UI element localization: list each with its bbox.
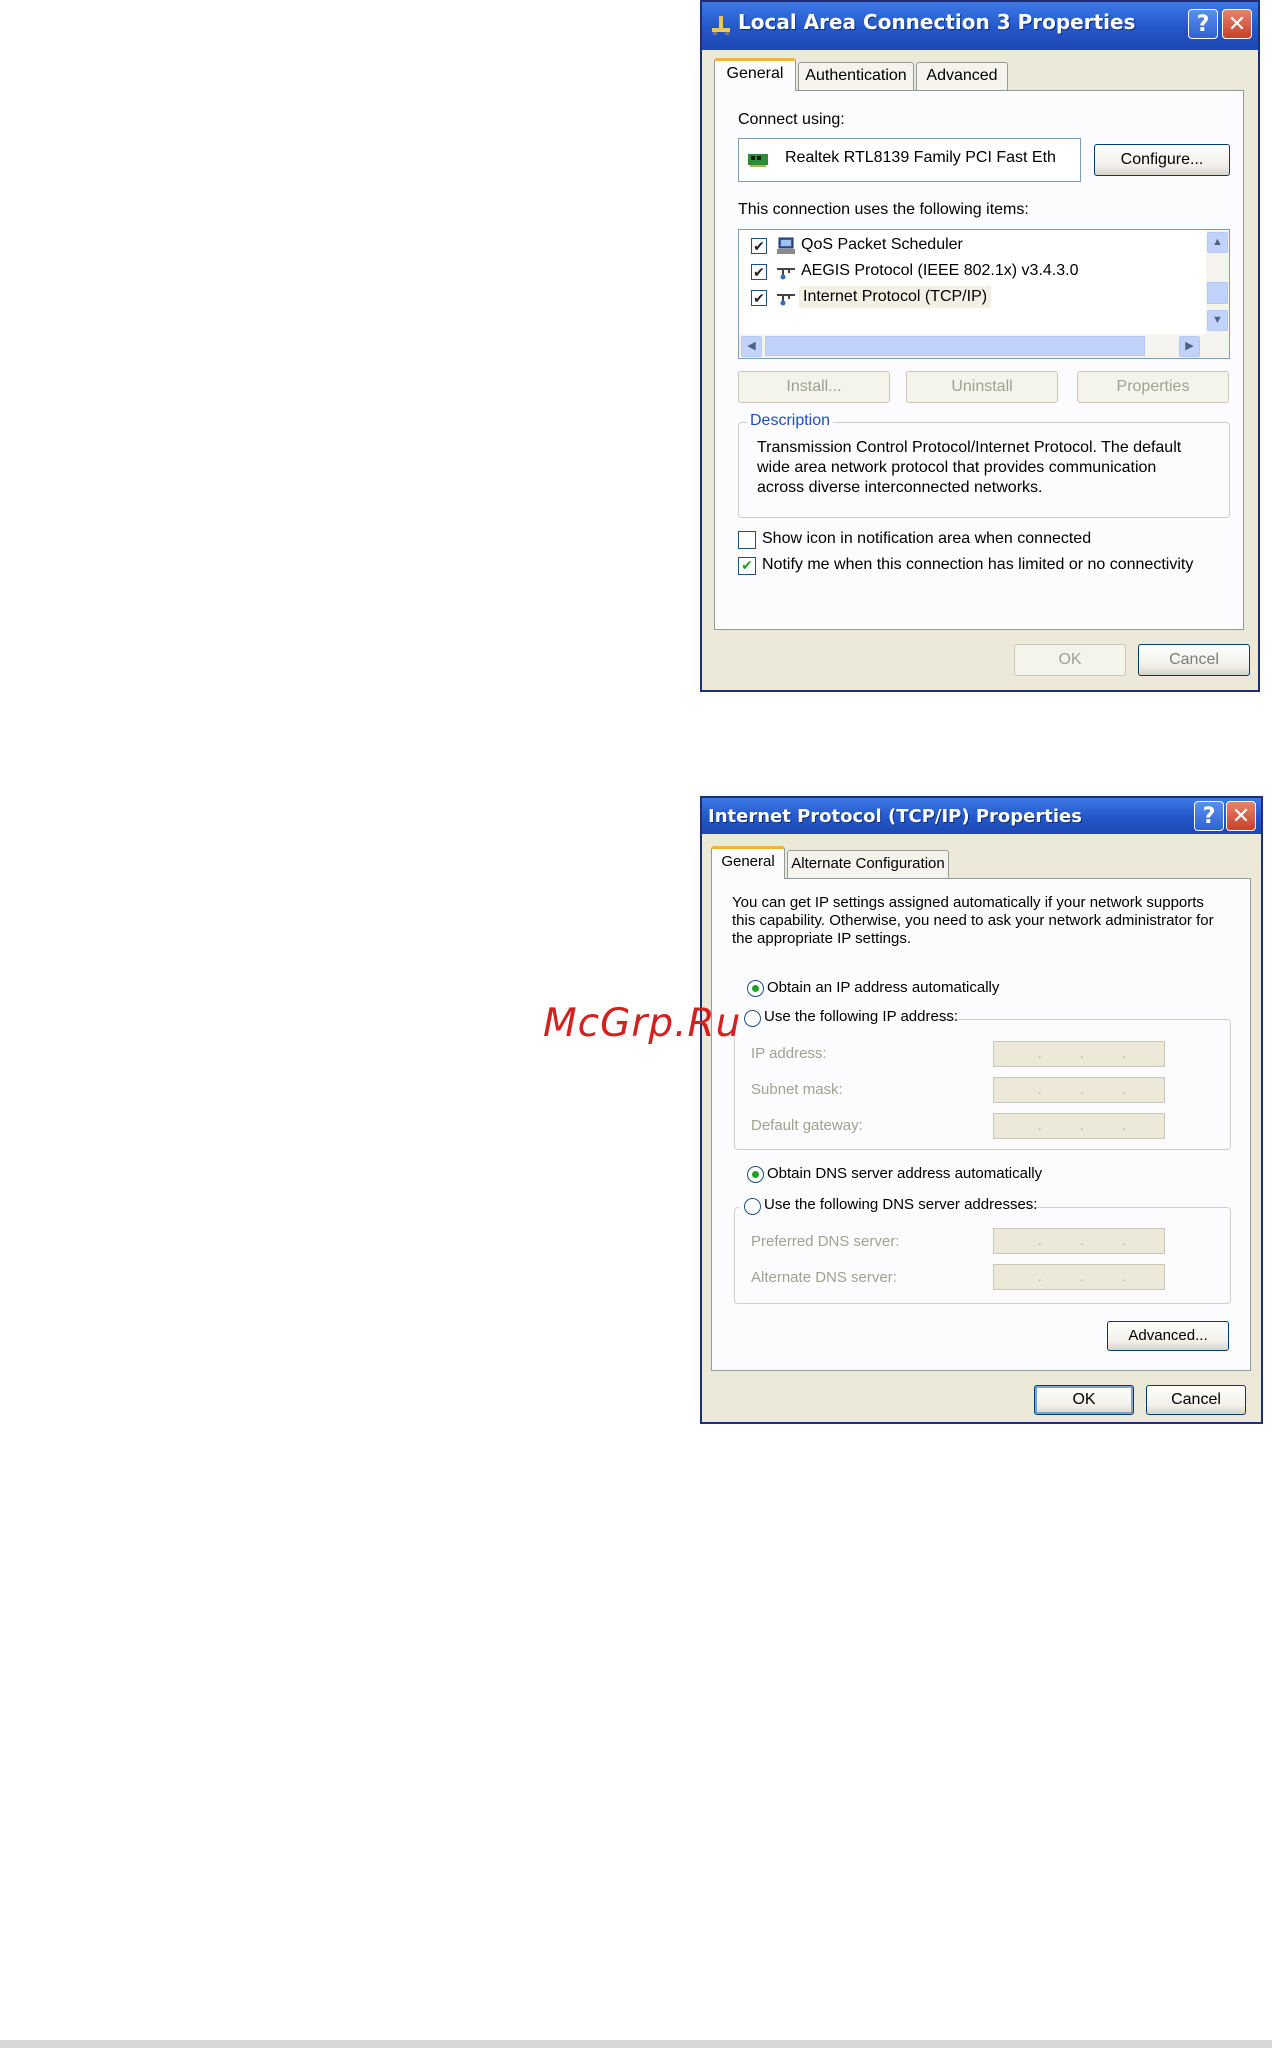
ip-address-field[interactable]: ...	[993, 1041, 1165, 1067]
scroll-right-icon[interactable]: ▶	[1179, 336, 1200, 357]
tab-general[interactable]: General	[711, 846, 785, 879]
use-following-dns-radio[interactable]	[744, 1198, 761, 1215]
title-bar[interactable]: Local Area Connection 3 Properties ? ✕	[702, 2, 1258, 50]
ip-address-label: IP address:	[751, 1045, 827, 1062]
tab-advanced[interactable]: Advanced	[916, 62, 1008, 90]
watermark: McGrp.Ru	[543, 1001, 742, 1046]
tab-strip: General Authentication Advanced	[714, 58, 1244, 91]
dialog-title: Local Area Connection 3 Properties	[738, 10, 1136, 34]
properties-button[interactable]: Properties	[1077, 371, 1229, 403]
subnet-mask-field[interactable]: ...	[993, 1077, 1165, 1103]
static-ip-group: Use the following IP address: IP address…	[734, 1008, 1231, 1150]
preferred-dns-field[interactable]: ...	[993, 1228, 1165, 1254]
close-button[interactable]: ✕	[1226, 801, 1256, 831]
network-protocol-icon	[777, 294, 795, 306]
scroll-thumb[interactable]	[1207, 282, 1228, 304]
cancel-button[interactable]: Cancel	[1138, 644, 1250, 676]
horizontal-scrollbar[interactable]: ◀ ▶	[739, 334, 1229, 358]
scroll-down-icon[interactable]: ▼	[1207, 310, 1228, 331]
tab-general[interactable]: General	[714, 58, 796, 91]
obtain-dns-auto-label: Obtain DNS server address automatically	[767, 1165, 1043, 1182]
adapter-name: Realtek RTL8139 Family PCI Fast Eth	[785, 149, 1056, 166]
tab-alternate-configuration[interactable]: Alternate Configuration	[787, 850, 949, 878]
static-dns-group: Use the following DNS server addresses: …	[734, 1196, 1231, 1304]
dialog-title: Internet Protocol (TCP/IP) Properties	[708, 806, 1082, 827]
description-line: Transmission Control Protocol/Internet P…	[757, 439, 1182, 456]
scroll-left-icon[interactable]: ◀	[741, 336, 762, 357]
intro-line: this capability. Otherwise, you need to …	[732, 912, 1214, 929]
description-group: Description Transmission Control Protoco…	[738, 412, 1230, 518]
install-button[interactable]: Install...	[738, 371, 890, 403]
preferred-dns-label: Preferred DNS server:	[751, 1233, 900, 1250]
close-button[interactable]: ✕	[1222, 9, 1252, 39]
default-gateway-field[interactable]: ...	[993, 1113, 1165, 1139]
show-icon-label: Show icon in notification area when conn…	[762, 530, 1092, 547]
intro-line: the appropriate IP settings.	[732, 930, 912, 947]
ok-button[interactable]: OK	[1034, 1385, 1134, 1415]
network-card-icon	[748, 154, 768, 167]
configure-button[interactable]: Configure...	[1094, 144, 1230, 176]
list-item[interactable]: ✔ QoS Packet Scheduler	[739, 234, 1199, 258]
scroll-thumb[interactable]	[765, 336, 1145, 356]
item-label: QoS Packet Scheduler	[801, 236, 963, 253]
static-ip-legend: Use the following IP address:	[739, 1008, 958, 1030]
show-icon-checkbox[interactable]	[738, 531, 756, 549]
item-checkbox[interactable]: ✔	[751, 238, 767, 254]
list-item[interactable]: ✔ AEGIS Protocol (IEEE 802.1x) v3.4.3.0	[739, 260, 1199, 284]
tcpip-properties-dialog: Internet Protocol (TCP/IP) Properties ? …	[700, 796, 1263, 1424]
ok-button[interactable]: OK	[1014, 644, 1126, 676]
default-gateway-label: Default gateway:	[751, 1117, 863, 1134]
static-dns-legend: Use the following DNS server addresses:	[739, 1196, 1037, 1218]
adapter-name-field: Realtek RTL8139 Family PCI Fast Eth	[738, 138, 1081, 182]
description-legend: Description	[747, 412, 834, 430]
item-label: Internet Protocol (TCP/IP)	[799, 286, 992, 308]
network-connection-icon	[712, 16, 730, 35]
cancel-button[interactable]: Cancel	[1146, 1385, 1246, 1415]
network-protocol-icon	[777, 268, 795, 280]
help-button[interactable]: ?	[1188, 9, 1218, 39]
subnet-mask-label: Subnet mask:	[751, 1081, 843, 1098]
help-button[interactable]: ?	[1194, 801, 1224, 831]
title-bar[interactable]: Internet Protocol (TCP/IP) Properties ? …	[702, 798, 1261, 834]
list-item[interactable]: ✔ Internet Protocol (TCP/IP)	[739, 286, 1199, 310]
vertical-scrollbar[interactable]: ▲ ▼	[1206, 230, 1229, 334]
description-line: wide area network protocol that provides…	[757, 459, 1157, 476]
items-label: This connection uses the following items…	[738, 201, 1029, 218]
use-following-ip-label: Use the following IP address:	[764, 1008, 958, 1025]
advanced-button[interactable]: Advanced...	[1107, 1321, 1229, 1351]
intro-line: You can get IP settings assigned automat…	[732, 894, 1204, 911]
uninstall-button[interactable]: Uninstall	[906, 371, 1058, 403]
description-line: across diverse interconnected networks.	[757, 479, 1043, 496]
tab-strip: General Alternate Configuration	[711, 846, 1251, 879]
notify-checkbox[interactable]: ✔	[738, 557, 756, 575]
obtain-dns-auto-radio[interactable]	[747, 1166, 764, 1183]
connect-using-label: Connect using:	[738, 111, 845, 128]
item-checkbox[interactable]: ✔	[751, 264, 767, 280]
item-label: AEGIS Protocol (IEEE 802.1x) v3.4.3.0	[801, 262, 1079, 279]
tab-authentication[interactable]: Authentication	[798, 62, 914, 90]
obtain-ip-auto-label: Obtain an IP address automatically	[767, 979, 1000, 996]
use-following-dns-label: Use the following DNS server addresses:	[764, 1196, 1038, 1213]
use-following-ip-radio[interactable]	[744, 1010, 761, 1027]
item-checkbox[interactable]: ✔	[751, 290, 767, 306]
alternate-dns-label: Alternate DNS server:	[751, 1269, 897, 1286]
alternate-dns-field[interactable]: ...	[993, 1264, 1165, 1290]
local-area-connection-properties-dialog: Local Area Connection 3 Properties ? ✕ G…	[700, 0, 1260, 692]
notify-label: Notify me when this connection has limit…	[762, 556, 1194, 573]
page-footer-bar	[0, 2040, 1272, 2048]
general-tab-panel: You can get IP settings assigned automat…	[711, 878, 1251, 1371]
obtain-ip-auto-radio[interactable]	[747, 980, 764, 997]
items-listbox[interactable]: ✔ QoS Packet Scheduler ✔ AEGIS Protocol …	[738, 229, 1230, 359]
general-tab-panel: Connect using: Realtek RTL8139 Family PC…	[714, 90, 1244, 630]
scheduler-icon	[777, 237, 795, 254]
scroll-up-icon[interactable]: ▲	[1207, 232, 1228, 253]
